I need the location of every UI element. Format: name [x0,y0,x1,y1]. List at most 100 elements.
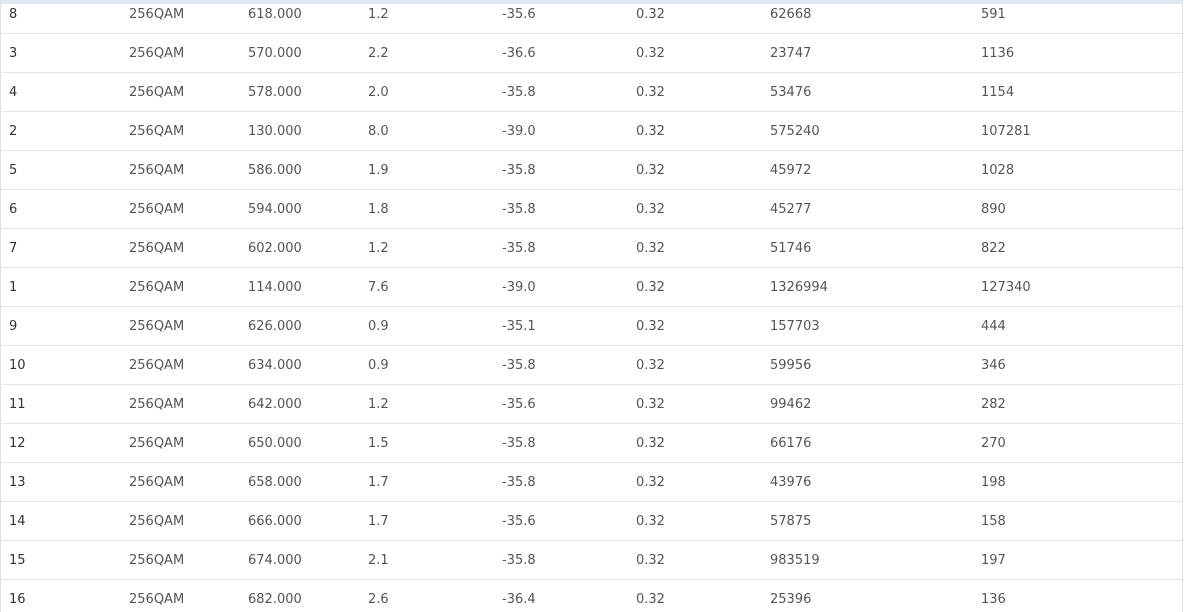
cell-snr: 1.9 [368,150,502,190]
cell-snr: 0.9 [368,306,502,346]
cell-snr: 1.2 [368,228,502,268]
cell-modulation: 256QAM [129,267,248,307]
cell-modulation: 256QAM [129,111,248,151]
cell-snr: 2.6 [368,579,502,612]
cell-channel-id: 4 [1,72,129,112]
cell-frequency: 578.000 [248,72,368,112]
cell-corrected: 57875 [770,501,981,541]
cell-power: -35.6 [502,0,636,34]
cell-snr: 2.1 [368,540,502,580]
cell-uncorrectable: 1136 [981,33,1182,73]
table-row: 4 256QAM 578.000 2.0 -35.8 0.32 53476 1154 [1,72,1182,112]
cell-snr: 1.7 [368,462,502,502]
table-row: 15 256QAM 674.000 2.1 -35.8 0.32 983519 197 [1,540,1182,580]
cell-corrected: 45277 [770,189,981,229]
cell-lock-ratio: 0.32 [636,540,770,580]
table-row: 1 256QAM 114.000 7.6 -39.0 0.32 1326994 127340 [1,267,1182,307]
downstream-channel-table: 8 256QAM 618.000 1.2 -35.6 0.32 62668 591 3 256QA… [0,0,1183,612]
cell-snr: 8.0 [368,111,502,151]
cell-uncorrectable: 346 [981,345,1182,385]
cell-channel-id: 12 [1,423,129,463]
cell-snr: 1.8 [368,189,502,229]
cell-frequency: 650.000 [248,423,368,463]
cell-power: -35.8 [502,150,636,190]
cell-channel-id: 14 [1,501,129,541]
cell-channel-id: 2 [1,111,129,151]
cell-frequency: 658.000 [248,462,368,502]
cell-power: -39.0 [502,111,636,151]
cell-power: -36.6 [502,33,636,73]
cell-modulation: 256QAM [129,0,248,34]
cell-modulation: 256QAM [129,501,248,541]
cell-power: -35.8 [502,540,636,580]
table-row: 5 256QAM 586.000 1.9 -35.8 0.32 45972 1028 [1,150,1182,190]
cell-channel-id: 5 [1,150,129,190]
cell-power: -35.6 [502,501,636,541]
cell-channel-id: 3 [1,33,129,73]
cell-corrected: 66176 [770,423,981,463]
cell-uncorrectable: 158 [981,501,1182,541]
channel-table: 8 256QAM 618.000 1.2 -35.6 0.32 62668 591 3 256QA… [1,0,1182,612]
cell-corrected: 43976 [770,462,981,502]
cell-modulation: 256QAM [129,345,248,385]
table-row: 11 256QAM 642.000 1.2 -35.6 0.32 99462 282 [1,384,1182,424]
cell-channel-id: 9 [1,306,129,346]
cell-channel-id: 7 [1,228,129,268]
cell-lock-ratio: 0.32 [636,150,770,190]
cell-lock-ratio: 0.32 [636,423,770,463]
cell-lock-ratio: 0.32 [636,189,770,229]
cell-snr: 1.2 [368,384,502,424]
cell-modulation: 256QAM [129,423,248,463]
cell-corrected: 157703 [770,306,981,346]
cell-frequency: 114.000 [248,267,368,307]
cell-lock-ratio: 0.32 [636,384,770,424]
cell-power: -35.8 [502,423,636,463]
cell-lock-ratio: 0.32 [636,462,770,502]
cell-snr: 1.2 [368,0,502,34]
cell-uncorrectable: 282 [981,384,1182,424]
table-row: 12 256QAM 650.000 1.5 -35.8 0.32 66176 270 [1,423,1182,463]
cell-corrected: 45972 [770,150,981,190]
cell-power: -36.4 [502,579,636,612]
cell-corrected: 51746 [770,228,981,268]
cell-channel-id: 11 [1,384,129,424]
table-row: 3 256QAM 570.000 2.2 -36.6 0.32 23747 1136 [1,33,1182,73]
cell-frequency: 634.000 [248,345,368,385]
cell-snr: 1.5 [368,423,502,463]
cell-snr: 1.7 [368,501,502,541]
cell-corrected: 983519 [770,540,981,580]
cell-uncorrectable: 270 [981,423,1182,463]
cell-uncorrectable: 107281 [981,111,1182,151]
cell-power: -35.8 [502,345,636,385]
cell-lock-ratio: 0.32 [636,33,770,73]
cell-lock-ratio: 0.32 [636,306,770,346]
cell-corrected: 99462 [770,384,981,424]
cell-power: -35.1 [502,306,636,346]
table-top-accent [1,0,1182,4]
cell-modulation: 256QAM [129,540,248,580]
cell-frequency: 594.000 [248,189,368,229]
table-row: 6 256QAM 594.000 1.8 -35.8 0.32 45277 890 [1,189,1182,229]
cell-frequency: 618.000 [248,0,368,34]
cell-lock-ratio: 0.32 [636,111,770,151]
cell-uncorrectable: 591 [981,0,1182,34]
cell-lock-ratio: 0.32 [636,72,770,112]
table-row: 13 256QAM 658.000 1.7 -35.8 0.32 43976 198 [1,462,1182,502]
cell-frequency: 666.000 [248,501,368,541]
page-margin [1183,0,1193,612]
cell-snr: 0.9 [368,345,502,385]
cell-modulation: 256QAM [129,579,248,612]
table-row: 2 256QAM 130.000 8.0 -39.0 0.32 575240 107281 [1,111,1182,151]
cell-channel-id: 6 [1,189,129,229]
cell-corrected: 25396 [770,579,981,612]
cell-power: -35.8 [502,189,636,229]
cell-frequency: 682.000 [248,579,368,612]
cell-modulation: 256QAM [129,228,248,268]
cell-power: -39.0 [502,267,636,307]
cell-modulation: 256QAM [129,306,248,346]
cell-channel-id: 15 [1,540,129,580]
cell-channel-id: 8 [1,0,129,34]
cell-lock-ratio: 0.32 [636,267,770,307]
table-row: 9 256QAM 626.000 0.9 -35.1 0.32 157703 444 [1,306,1182,346]
cell-uncorrectable: 890 [981,189,1182,229]
